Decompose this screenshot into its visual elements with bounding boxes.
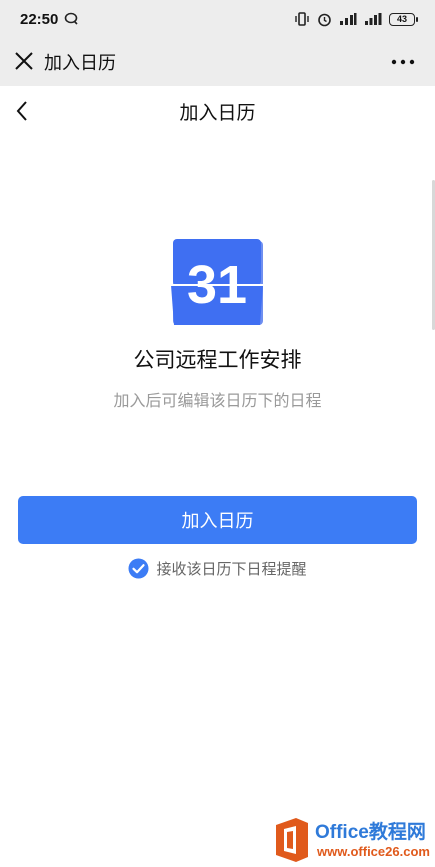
calendar-title: 公司远程工作安排 [133, 348, 302, 372]
close-icon[interactable] [13, 50, 35, 72]
calendar-icon: 31 [171, 239, 263, 325]
checkmark-circle-icon[interactable] [128, 558, 149, 579]
cell-signal-icon [365, 13, 382, 25]
watermark: Office教程网 www.office26.com [270, 815, 435, 867]
chat-bubble-icon [65, 12, 78, 25]
status-time: 22:50 [20, 10, 59, 28]
4g-signal-icon [340, 13, 357, 25]
watermark-url: www.office26.com [317, 844, 430, 859]
calendar-subtitle: 加入后可编辑该日历下的日程 [113, 391, 322, 410]
vibrate-icon [295, 12, 309, 26]
status-left: 22:50 [20, 11, 80, 28]
remind-checkbox-row[interactable]: 接收该日历下日程提醒 [0, 558, 435, 579]
office-logo-icon [276, 818, 308, 862]
calendar-day-number: 31 [187, 255, 247, 315]
status-bar: 22:50 43 [0, 0, 435, 38]
webview-title: 加入日历 [44, 53, 116, 74]
alarm-icon [318, 13, 331, 26]
join-calendar-button[interactable]: 加入日历 [18, 496, 417, 544]
status-right: 43 [294, 12, 418, 27]
more-dots-icon[interactable] [391, 59, 415, 65]
webview-header: 加入日历 [0, 38, 435, 86]
page-title: 加入日历 [179, 102, 256, 124]
scrollbar[interactable] [431, 180, 435, 330]
remind-label: 接收该日历下日程提醒 [156, 560, 307, 578]
battery-icon: 43 [389, 12, 418, 26]
watermark-brand: Office教程网 [315, 822, 426, 843]
battery-level: 43 [396, 14, 407, 24]
page-nav-bar: 加入日历 [0, 86, 435, 136]
